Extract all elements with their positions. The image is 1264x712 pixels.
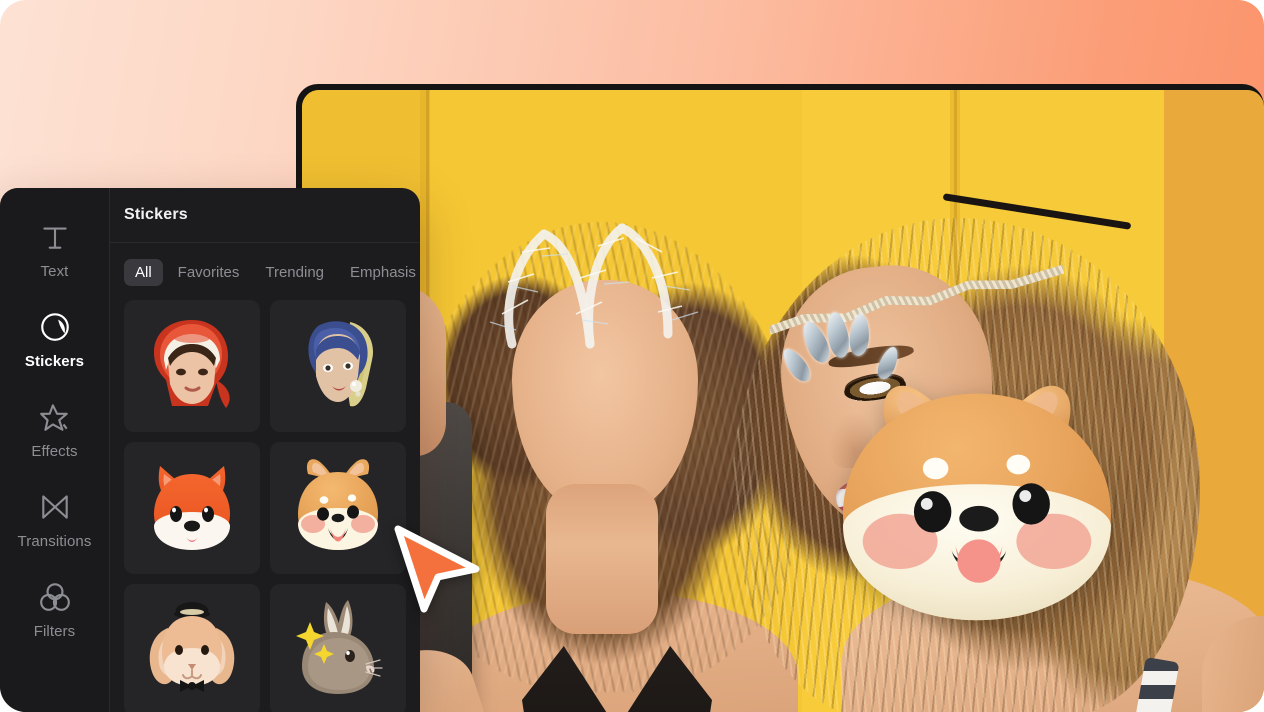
sparkle-rabbit-thumb <box>296 600 383 695</box>
sidebar-item-label: Text <box>40 263 69 280</box>
lop-rabbit-bowtie-thumb <box>149 602 235 693</box>
sticker-grid <box>110 300 420 712</box>
sticker-category-tabs: All Favorites Trending Emphasis <box>110 243 420 300</box>
fox-face-thumb <box>154 466 230 551</box>
tab-all[interactable]: All <box>124 259 163 287</box>
sidebar-item-effects[interactable]: Effects <box>0 386 109 476</box>
girl-pearl-earring-thumb <box>308 321 374 407</box>
sidebar-item-filters[interactable]: Filters <box>0 566 109 656</box>
sticker-item-fox-face[interactable] <box>124 442 260 575</box>
sticker-item-lop-rabbit-bowtie[interactable] <box>124 584 260 712</box>
sticker-item-girl-pearl-earring[interactable] <box>270 300 406 433</box>
sidebar-item-text[interactable]: Text <box>0 206 109 296</box>
tinsel-headband <box>489 223 699 349</box>
sidebar-item-label: Stickers <box>24 353 85 370</box>
sidebar-item-label: Transitions <box>17 533 92 550</box>
sidebar-item-stickers[interactable]: Stickers <box>0 296 109 386</box>
tab-favorites[interactable]: Favorites <box>167 259 251 286</box>
shiba-face-thumb <box>298 459 378 551</box>
panel-header: Stickers <box>110 188 420 244</box>
applied-shiba-sticker[interactable] <box>829 366 1125 634</box>
sidebar-item-label: Effects <box>31 443 78 460</box>
transitions-icon <box>38 490 72 524</box>
tab-trending[interactable]: Trending <box>254 259 335 286</box>
video-preview-frame <box>296 84 1264 712</box>
editor-panel: Text Stickers Effects Transitions Filter… <box>0 188 420 712</box>
tab-emphasis[interactable]: Emphasis <box>339 259 420 286</box>
filters-icon <box>38 580 72 614</box>
video-canvas[interactable] <box>302 90 1264 712</box>
girl-red-headscarf-thumb <box>154 320 230 409</box>
text-icon <box>38 220 72 254</box>
sticker-item-sparkle-rabbit[interactable] <box>270 584 406 712</box>
panel-content: Stickers All Favorites Trending Emphasis <box>110 188 420 712</box>
sticker-icon <box>38 310 72 344</box>
tool-rail: Text Stickers Effects Transitions Filter… <box>0 188 110 712</box>
sticker-item-shiba-face[interactable] <box>270 442 406 575</box>
page-title: Stickers <box>124 206 188 224</box>
sidebar-item-label: Filters <box>33 623 76 640</box>
person-left-neck <box>546 484 658 634</box>
sparkle-star-icon <box>38 400 72 434</box>
sticker-item-girl-red-headscarf[interactable] <box>124 300 260 433</box>
app-stage: Text Stickers Effects Transitions Filter… <box>0 0 1264 712</box>
sidebar-item-transitions[interactable]: Transitions <box>0 476 109 566</box>
